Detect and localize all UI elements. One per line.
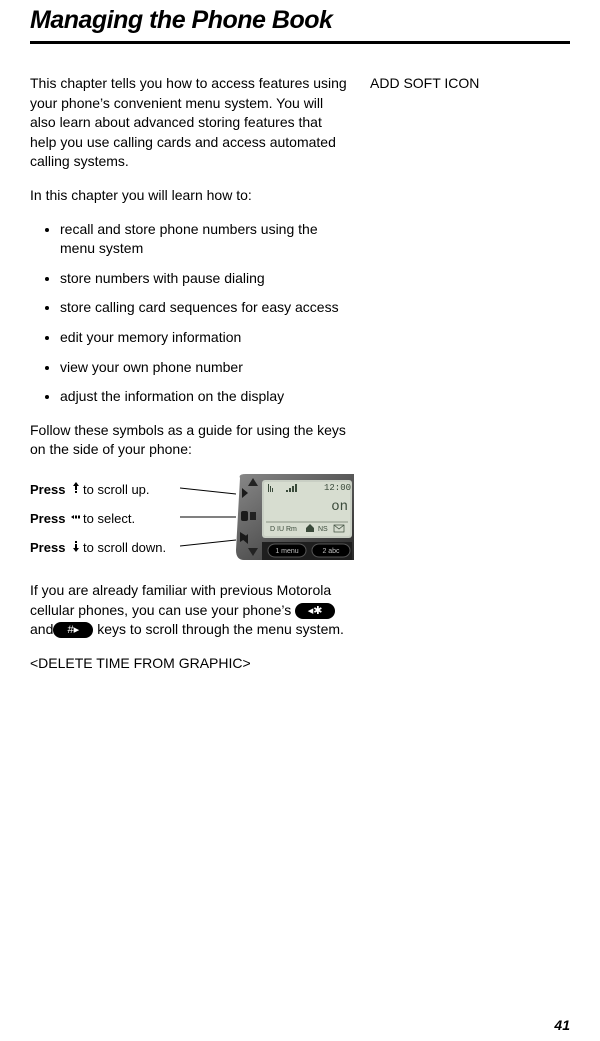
diagram-text: to scroll up. (83, 482, 149, 499)
list-item: recall and store phone numbers using the… (60, 220, 350, 259)
select-dot-icon (69, 511, 83, 528)
hash-key-icon: #▸ (53, 622, 93, 638)
list-item: view your own phone number (60, 358, 350, 378)
side-note: ADD SOFT ICON (370, 74, 570, 687)
list-item: adjust the information on the display (60, 387, 350, 407)
phone-diagram: Press to scroll up. Press to s (30, 474, 350, 565)
press-label: Press (30, 482, 65, 499)
press-label: Press (30, 511, 65, 528)
page-number: 41 (554, 1017, 570, 1033)
star-key-icon: ◂✱ (295, 603, 335, 619)
svg-text:on: on (331, 499, 348, 515)
intro-paragraph-2: In this chapter you will learn how to: (30, 186, 350, 206)
scroll-up-icon (69, 482, 83, 499)
phone-illustration: 12:00 on D IU Rm NS 1 (236, 474, 356, 565)
diagram-row-select: Press to select. (30, 511, 180, 528)
press-label: Press (30, 540, 65, 557)
follow-symbols-paragraph: Follow these symbols as a guide for usin… (30, 421, 350, 460)
diagram-text: to select. (83, 511, 135, 528)
list-item: store calling card sequences for easy ac… (60, 298, 350, 318)
and-word: and (30, 621, 53, 637)
svg-text:D IU Rm: D IU Rm (270, 526, 297, 533)
list-item: store numbers with pause dialing (60, 269, 350, 289)
diagram-text: to scroll down. (83, 540, 166, 557)
svg-text:NS: NS (318, 526, 328, 533)
diagram-row-down: Press to scroll down. (30, 540, 180, 557)
diagram-row-up: Press to scroll up. (30, 482, 180, 499)
after-text-b: keys to scroll through the menu system. (93, 621, 344, 637)
list-item: edit your memory information (60, 328, 350, 348)
bullet-list: recall and store phone numbers using the… (30, 220, 350, 407)
intro-paragraph-1: This chapter tells you how to access fea… (30, 74, 350, 172)
scroll-down-icon (69, 540, 83, 557)
delete-note: <DELETE TIME FROM GRAPHIC> (30, 654, 350, 674)
svg-text:12:00: 12:00 (324, 483, 351, 493)
svg-text:2 abc: 2 abc (322, 548, 340, 555)
page-title: Managing the Phone Book (30, 6, 570, 44)
after-text-a: If you are already familiar with previou… (30, 582, 331, 618)
svg-text:1 menu: 1 menu (275, 548, 298, 555)
after-diagram-paragraph: If you are already familiar with previou… (30, 581, 350, 640)
